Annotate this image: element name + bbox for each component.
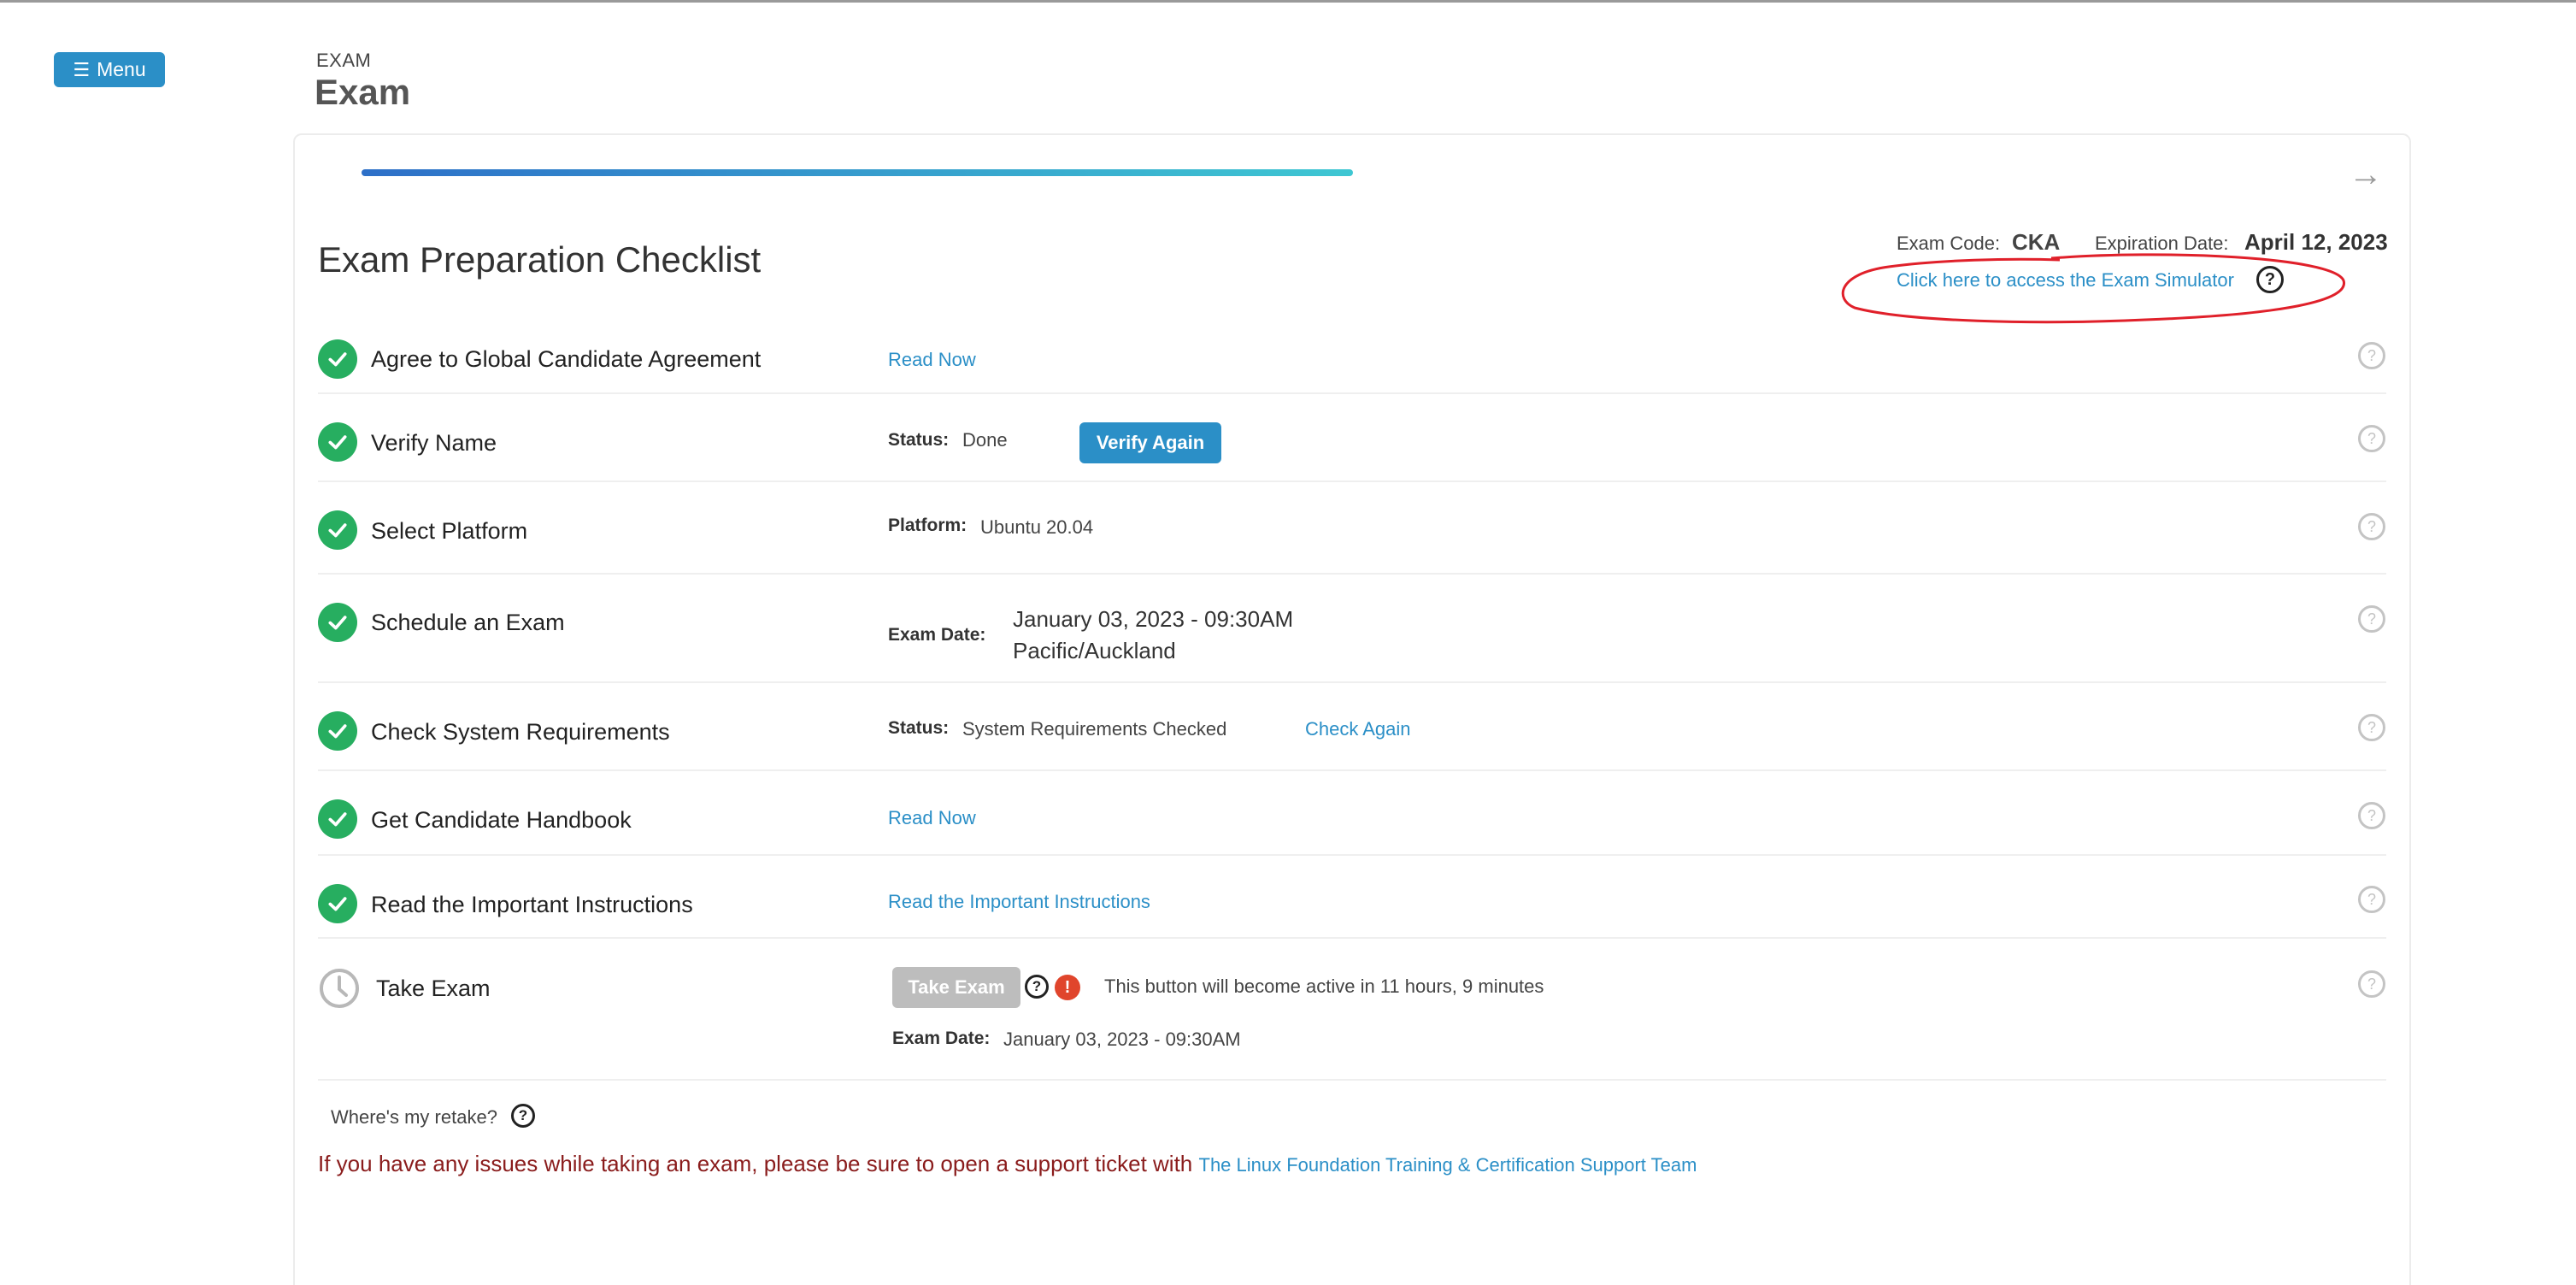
exam-timezone: Pacific/Auckland (1013, 638, 1176, 663)
row-divider (318, 937, 2386, 939)
row-divider (318, 392, 2386, 394)
system-help-icon[interactable]: ? (2358, 714, 2385, 741)
clock-icon (320, 969, 359, 1008)
hamburger-icon: ☰ (73, 58, 91, 80)
verify-row-label: Verify Name (371, 430, 497, 456)
row-divider (318, 1079, 2386, 1081)
exam-simulator-link[interactable]: Click here to access the Exam Simulator (1897, 269, 2234, 292)
menu-button[interactable]: ☰ Menu (54, 52, 165, 87)
take-exam-row-label: Take Exam (376, 976, 491, 1001)
row-divider (318, 769, 2386, 771)
verify-status-label: Status: (888, 430, 950, 450)
page-eyebrow: EXAM (316, 50, 372, 71)
row-divider (318, 681, 2386, 683)
retake-label: Where's my retake? (331, 1106, 497, 1128)
row-divider (318, 480, 2386, 482)
retake-help-icon[interactable]: ? (511, 1104, 535, 1128)
platform-value: Ubuntu 20.04 (980, 516, 1094, 538)
support-text: If you have any issues while taking an e… (318, 1151, 1193, 1176)
schedule-row-label: Schedule an Exam (371, 610, 565, 635)
simulator-help-icon[interactable]: ? (2256, 266, 2284, 293)
take-exam-button[interactable]: Take Exam (892, 967, 1020, 1008)
instructions-row-label: Read the Important Instructions (371, 892, 693, 917)
checklist-card (293, 133, 2411, 1285)
agree-check-icon (318, 339, 357, 379)
schedule-check-icon (318, 603, 357, 642)
row-divider (318, 573, 2386, 575)
system-status-value: System Requirements Checked (962, 718, 1227, 740)
instructions-help-icon[interactable]: ? (2358, 886, 2385, 913)
exam-code-label: Exam Code: (1897, 233, 2001, 254)
take-exam-date-value: January 03, 2023 - 09:30AM (1003, 1029, 1241, 1050)
check-again-link[interactable]: Check Again (1305, 718, 1411, 740)
verify-status-value: Done (962, 429, 1008, 451)
next-arrow-icon[interactable]: → (2349, 156, 2383, 194)
expiration-label: Expiration Date: (2095, 233, 2229, 254)
take-exam-help-icon[interactable]: ? (1025, 975, 1049, 999)
verify-check-icon (318, 422, 357, 462)
schedule-help-icon[interactable]: ? (2358, 605, 2385, 633)
top-border (0, 0, 2576, 3)
menu-label: Menu (97, 58, 146, 80)
platform-check-icon (318, 510, 357, 550)
system-status-label: Status: (888, 718, 950, 738)
platform-help-icon[interactable]: ? (2358, 513, 2385, 540)
agreement-read-now-link[interactable]: Read Now (888, 349, 976, 371)
row-divider (318, 854, 2386, 856)
handbook-row-label: Get Candidate Handbook (371, 807, 632, 833)
alert-icon: ! (1055, 975, 1080, 1000)
platform-row-label: Select Platform (371, 518, 528, 544)
page-title: Exam (315, 72, 411, 112)
system-check-icon (318, 711, 357, 751)
agree-row-label: Agree to Global Candidate Agreement (371, 346, 762, 372)
platform-label: Platform: (888, 516, 967, 535)
agree-help-icon[interactable]: ? (2358, 342, 2385, 369)
support-message: If you have any issues while taking an e… (318, 1151, 1697, 1177)
verify-help-icon[interactable]: ? (2358, 425, 2385, 452)
system-row-label: Check System Requirements (371, 719, 670, 745)
support-team-link[interactable]: The Linux Foundation Training & Certific… (1199, 1154, 1697, 1176)
exam-date-value: January 03, 2023 - 09:30AM (1013, 606, 1294, 632)
take-exam-date-label: Exam Date: (892, 1029, 991, 1048)
progress-bar (362, 169, 1353, 176)
checklist-title: Exam Preparation Checklist (318, 239, 762, 280)
take-exam-row-help-icon[interactable]: ? (2358, 970, 2385, 998)
handbook-check-icon (318, 799, 357, 839)
important-instructions-link[interactable]: Read the Important Instructions (888, 891, 1150, 913)
instructions-check-icon (318, 884, 357, 923)
take-exam-message: This button will become active in 11 hou… (1104, 976, 1544, 997)
verify-again-button[interactable]: Verify Again (1079, 422, 1221, 463)
exam-date-label: Exam Date: (888, 625, 986, 645)
exam-code-value: CKA (2012, 229, 2061, 255)
handbook-help-icon[interactable]: ? (2358, 802, 2385, 829)
handbook-read-now-link[interactable]: Read Now (888, 807, 976, 829)
expiration-date: April 12, 2023 (2244, 229, 2388, 255)
